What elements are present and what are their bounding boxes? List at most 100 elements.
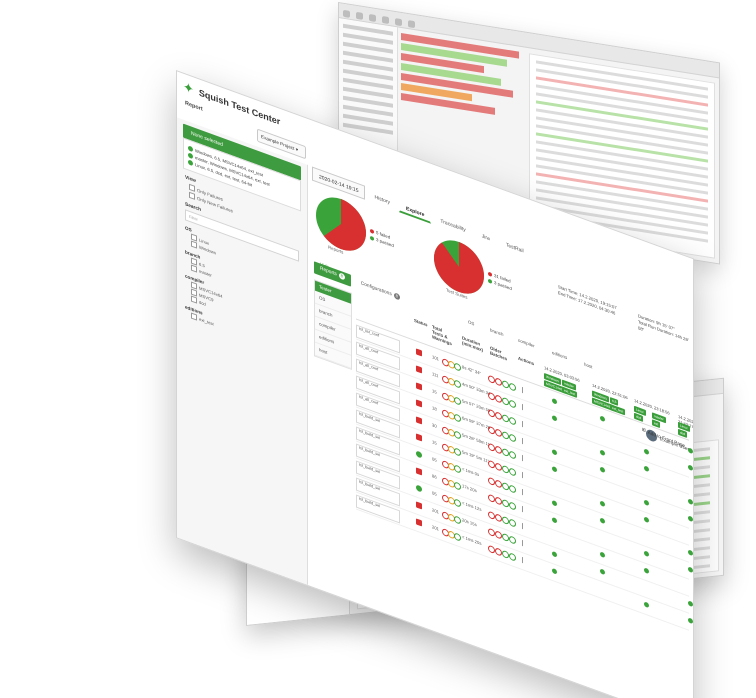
older-batch-result-icon[interactable] bbox=[495, 394, 502, 404]
older-batch-result-icon[interactable] bbox=[495, 462, 502, 472]
check-icon[interactable] bbox=[600, 551, 605, 559]
status-fail-icon bbox=[416, 382, 422, 391]
older-batch-result-icon[interactable] bbox=[495, 479, 502, 489]
check-icon[interactable] bbox=[600, 449, 605, 457]
older-batch-result-icon[interactable] bbox=[502, 532, 509, 543]
check-icon[interactable] bbox=[552, 448, 557, 456]
check-icon[interactable] bbox=[552, 516, 557, 524]
older-batch-result-icon[interactable] bbox=[509, 450, 516, 460]
older-batch-result-icon[interactable] bbox=[502, 515, 509, 526]
header-actions[interactable]: Actions bbox=[518, 355, 534, 366]
older-batch-result-icon[interactable] bbox=[509, 433, 516, 443]
warning-indicator-icon bbox=[454, 464, 461, 474]
checkbox-icon bbox=[191, 312, 197, 321]
check-icon[interactable] bbox=[688, 447, 693, 455]
older-batch-result-icon[interactable] bbox=[488, 442, 495, 453]
check-icon[interactable] bbox=[688, 600, 693, 608]
screenshot-stage: ✦ Squish Test Center Report Example Proj… bbox=[0, 0, 756, 698]
check-icon[interactable] bbox=[688, 498, 693, 506]
header-duration[interactable]: Duration (min:max) bbox=[462, 335, 484, 353]
column-selector: Tester OS branch compiler editions host bbox=[314, 279, 352, 371]
older-batch-result-icon[interactable] bbox=[502, 464, 509, 475]
older-batch-result-icon[interactable] bbox=[509, 416, 516, 426]
older-batch-result-icon[interactable] bbox=[495, 547, 502, 557]
older-batch-result-icon[interactable] bbox=[502, 430, 509, 441]
check-icon[interactable] bbox=[688, 464, 693, 472]
check-icon[interactable] bbox=[552, 567, 557, 575]
older-batch-result-icon[interactable] bbox=[509, 501, 516, 511]
check-icon[interactable] bbox=[600, 500, 605, 508]
older-batch-result-icon[interactable] bbox=[495, 513, 502, 523]
older-batch-result-icon[interactable] bbox=[502, 413, 509, 424]
header-compiler[interactable]: compiler bbox=[518, 337, 535, 348]
older-batch-result-icon[interactable] bbox=[488, 527, 495, 538]
header-status[interactable]: Status bbox=[414, 318, 427, 328]
older-batch-result-icon[interactable] bbox=[488, 391, 495, 402]
check-icon[interactable] bbox=[600, 466, 605, 474]
check-icon[interactable] bbox=[600, 415, 605, 423]
check-icon[interactable] bbox=[552, 414, 557, 422]
check-icon[interactable] bbox=[552, 499, 557, 507]
older-batch-result-icon[interactable] bbox=[509, 399, 516, 409]
check-icon[interactable] bbox=[644, 516, 649, 524]
older-batch-result-icon[interactable] bbox=[502, 396, 509, 407]
check-icon[interactable] bbox=[688, 515, 693, 523]
older-batch-result-icon[interactable] bbox=[495, 445, 502, 455]
checkbox-icon bbox=[189, 191, 195, 200]
older-batch-result-icon[interactable] bbox=[488, 510, 495, 521]
older-batch-result-icon[interactable] bbox=[488, 425, 495, 436]
header-branch[interactable]: branch bbox=[490, 327, 503, 337]
older-batch-result-icon[interactable] bbox=[495, 428, 502, 438]
older-batch-result-icon[interactable] bbox=[495, 377, 502, 387]
older-batch-result-icon[interactable] bbox=[509, 484, 516, 494]
check-icon[interactable] bbox=[600, 568, 605, 576]
older-batch-result-icon[interactable] bbox=[502, 498, 509, 509]
older-batch-result-icon[interactable] bbox=[488, 459, 495, 470]
older-batch-result-icon[interactable] bbox=[488, 476, 495, 487]
older-batch-result-icon[interactable] bbox=[488, 408, 495, 419]
check-icon[interactable] bbox=[552, 397, 557, 405]
older-batch-result-icon[interactable] bbox=[509, 467, 516, 477]
header-host[interactable]: host bbox=[584, 361, 592, 369]
check-icon[interactable] bbox=[688, 566, 693, 574]
check-icon[interactable] bbox=[688, 617, 693, 625]
older-batch-result-icon[interactable] bbox=[502, 447, 509, 458]
older-batch-result-icon[interactable] bbox=[495, 496, 502, 506]
older-batch-result-icon[interactable] bbox=[509, 535, 516, 545]
check-icon[interactable] bbox=[552, 550, 557, 558]
check-icon[interactable] bbox=[644, 567, 649, 575]
check-icon[interactable] bbox=[644, 448, 649, 456]
warning-indicator-icon bbox=[454, 515, 461, 525]
check-icon[interactable] bbox=[644, 465, 649, 473]
header-older-batches[interactable]: Older Batches bbox=[490, 345, 512, 363]
status-fail-icon bbox=[416, 433, 422, 442]
older-batch-result-icon[interactable] bbox=[509, 382, 516, 392]
older-batch-result-icon[interactable] bbox=[495, 530, 502, 540]
older-batch-result-icon[interactable] bbox=[488, 544, 495, 555]
older-batch-result-icon[interactable] bbox=[488, 374, 495, 385]
older-batch-result-icon[interactable] bbox=[502, 379, 509, 390]
check-icon[interactable] bbox=[688, 549, 693, 557]
header-os[interactable]: OS bbox=[468, 319, 474, 326]
check-icon[interactable] bbox=[644, 601, 649, 609]
tab-jira[interactable]: Jira bbox=[475, 226, 497, 248]
check-icon[interactable] bbox=[644, 499, 649, 507]
check-icon[interactable] bbox=[600, 517, 605, 525]
older-batch-result-icon[interactable] bbox=[509, 552, 516, 562]
warning-indicator-icon bbox=[454, 447, 461, 457]
older-batch-result-icon[interactable] bbox=[502, 481, 509, 492]
check-icon[interactable] bbox=[552, 465, 557, 473]
batch-times: Start Time: 14.2.2020, 19:15:07 End Time… bbox=[558, 284, 617, 317]
test-count: 15 bbox=[432, 388, 437, 395]
checkbox-icon bbox=[191, 240, 197, 249]
older-batch-result-icon[interactable] bbox=[488, 493, 495, 504]
older-batch-result-icon[interactable] bbox=[509, 518, 516, 528]
action-divider bbox=[522, 420, 523, 428]
toolbar-icon bbox=[382, 15, 389, 25]
header-total-tests[interactable]: Total Tests & Warnings bbox=[432, 324, 454, 347]
check-icon[interactable] bbox=[644, 550, 649, 558]
header-editions[interactable]: editions bbox=[552, 350, 567, 361]
warning-indicator-icon bbox=[454, 498, 461, 508]
older-batch-result-icon[interactable] bbox=[502, 549, 509, 560]
older-batch-result-icon[interactable] bbox=[495, 411, 502, 421]
